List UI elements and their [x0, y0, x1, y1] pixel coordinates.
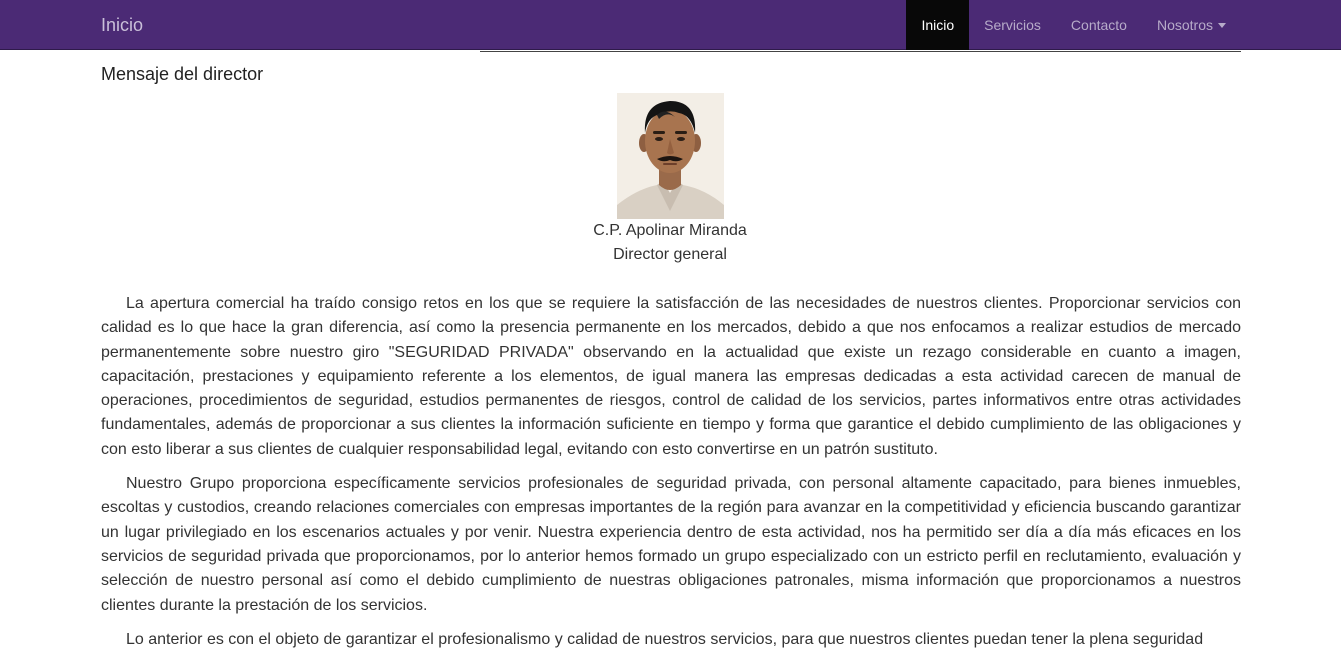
- nav-item-contacto[interactable]: Contacto: [1056, 0, 1142, 50]
- message-paragraph: La apertura comercial ha traído consigo …: [101, 295, 1241, 458]
- header-divider: [480, 51, 1241, 52]
- navbar-menu: Inicio Servicios Contacto Nosotros: [906, 0, 1241, 50]
- message-paragraph: Nuestro Grupo proporciona específicament…: [101, 475, 1241, 614]
- nav-item-servicios[interactable]: Servicios: [969, 0, 1056, 50]
- message-body: La apertura comercial ha traído consigo …: [101, 292, 1241, 662]
- nav-item-label: Inicio: [921, 17, 955, 33]
- director-photo: [617, 93, 724, 219]
- page-title: Mensaje del director: [101, 64, 264, 84]
- nav-item-nosotros[interactable]: Nosotros: [1142, 0, 1241, 50]
- nav-item-label: Servicios: [984, 17, 1041, 33]
- caret-down-icon: [1218, 22, 1226, 28]
- director-portrait-image: [617, 93, 724, 219]
- director-name: C.P. Apolinar Miranda: [593, 222, 747, 239]
- nav-item-inicio[interactable]: Inicio: [906, 0, 970, 50]
- message-paragraph: Lo anterior es con el objeto de garantiz…: [126, 630, 1204, 648]
- nav-item-label: Contacto: [1070, 17, 1127, 33]
- navbar-brand[interactable]: Inicio: [101, 15, 143, 35]
- director-role: Director general: [613, 246, 727, 263]
- nav-item-label: Nosotros: [1156, 17, 1213, 33]
- navbar: Inicio Inicio Servicios Contacto Nosotro…: [0, 0, 1341, 50]
